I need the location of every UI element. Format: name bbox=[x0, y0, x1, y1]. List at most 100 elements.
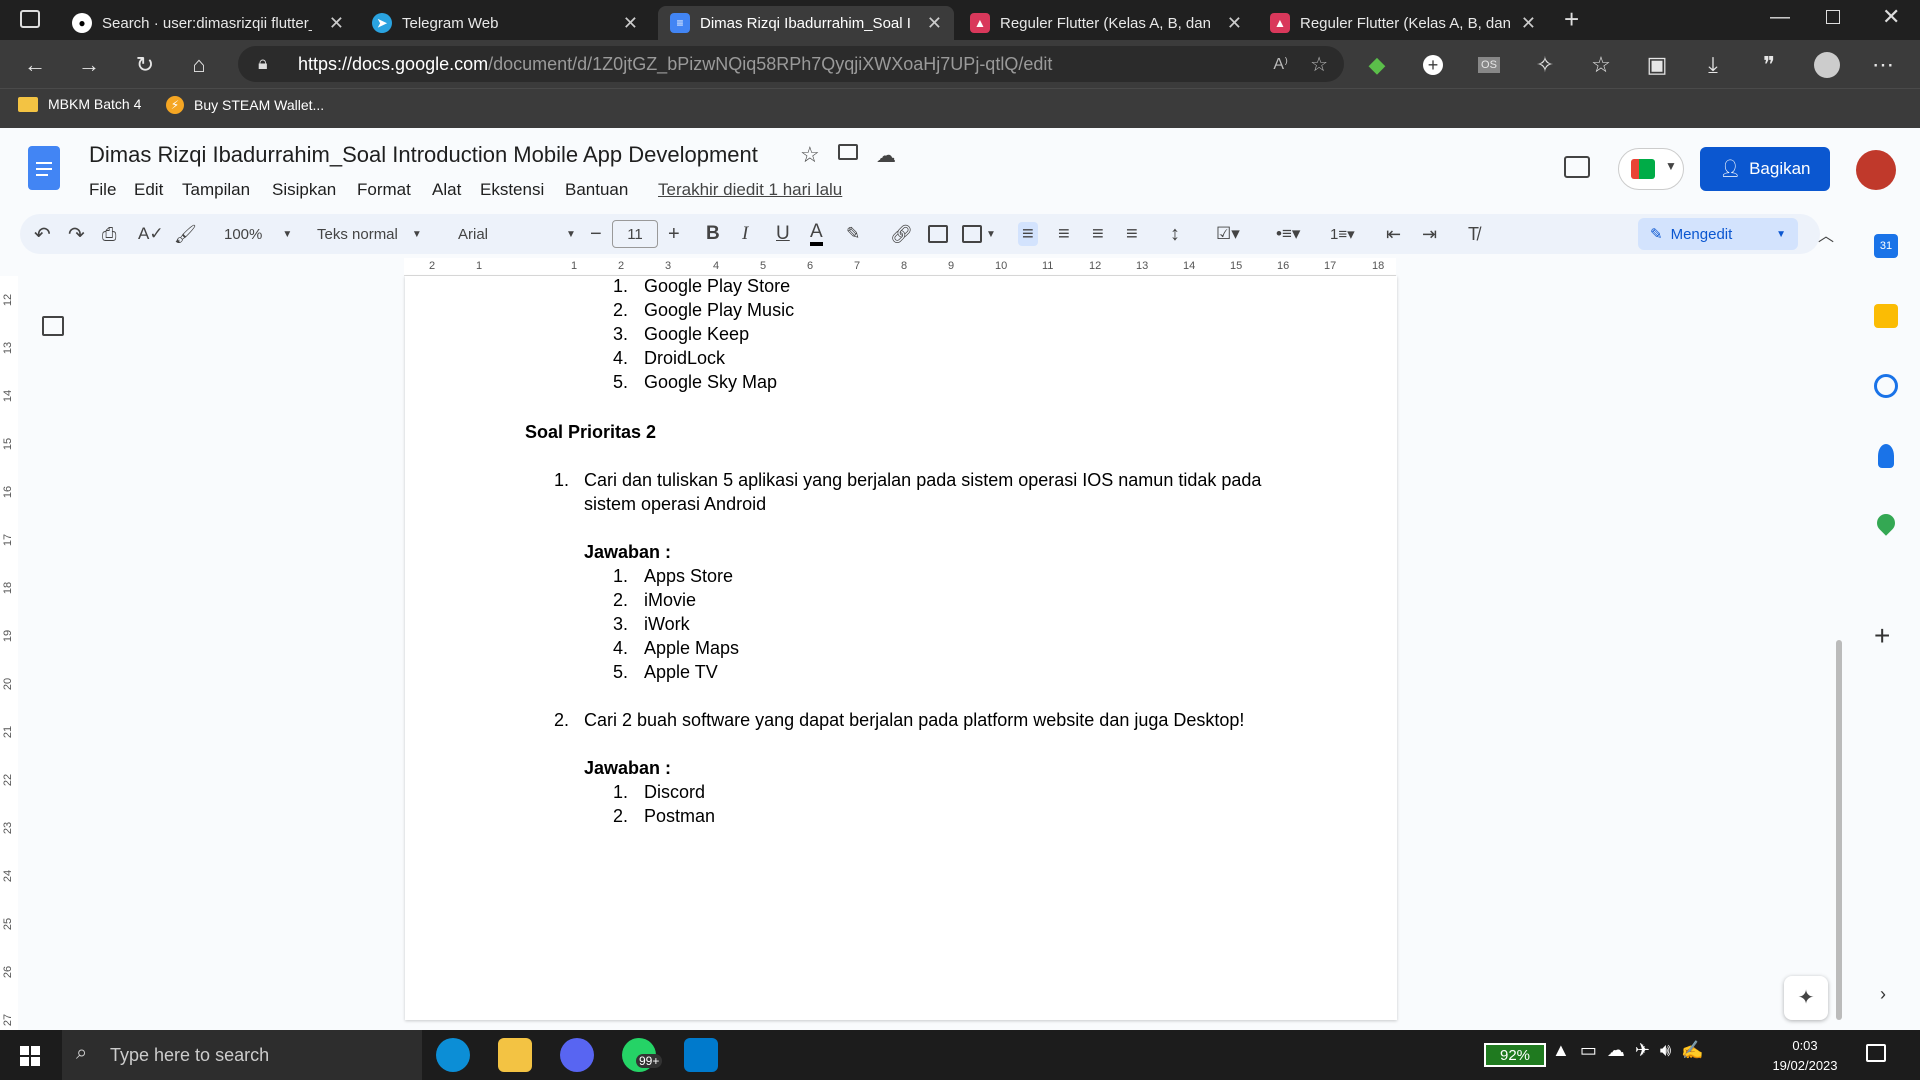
align-justify-icon[interactable]: ≡ bbox=[1126, 222, 1138, 246]
system-tray-icons[interactable]: ▲▭☁︎✈🔊︎✍ bbox=[1552, 1040, 1714, 1061]
close-icon[interactable]: ✕ bbox=[1227, 13, 1242, 34]
vertical-scrollbar[interactable] bbox=[1836, 640, 1842, 1020]
text-color-icon[interactable]: A bbox=[810, 221, 823, 246]
undo-icon[interactable]: ↶ bbox=[34, 222, 51, 246]
read-aloud-icon[interactable]: A⁾ bbox=[1273, 54, 1288, 74]
tab-docs[interactable]: ≡ Dimas Rizqi Ibadurrahim_Soal Int ✕ bbox=[658, 6, 954, 40]
keep-icon[interactable] bbox=[1874, 304, 1898, 328]
horizontal-ruler[interactable]: 2 1 1 2 3 4 5 6 7 8 9 10 11 12 13 14 15 16 17 18 bbox=[404, 258, 1396, 276]
increase-indent-icon[interactable]: ⇥ bbox=[1422, 222, 1437, 246]
downloads-icon[interactable]: ⤓ bbox=[1698, 50, 1728, 80]
bookmark-mbkm[interactable]: MBKM Batch 4 bbox=[18, 96, 141, 112]
style-select[interactable]: Teks normal ▼ bbox=[317, 222, 422, 246]
tab-github[interactable]: ● Search · user:dimasrizqii flutter_n ✕ bbox=[60, 6, 356, 40]
align-left-icon[interactable]: ≡ bbox=[1018, 222, 1038, 246]
tab-telegram[interactable]: ➤ Telegram Web ✕ bbox=[360, 6, 650, 40]
menu-format[interactable]: Format bbox=[357, 180, 411, 200]
tab-forms-1[interactable]: ▲ Reguler Flutter (Kelas A, B, dan C ✕ bbox=[958, 6, 1254, 40]
align-right-icon[interactable]: ≡ bbox=[1092, 222, 1104, 246]
clock[interactable]: 0:03 19/02/2023 bbox=[1760, 1036, 1850, 1076]
move-folder-icon[interactable] bbox=[838, 144, 858, 160]
menu-extensions[interactable]: Ekstensi bbox=[480, 180, 544, 200]
last-edit-link[interactable]: Terakhir diedit 1 hari lalu bbox=[658, 180, 842, 200]
bookmark-steam[interactable]: ⚡︎ Buy STEAM Wallet... bbox=[166, 96, 324, 114]
star-icon[interactable]: ☆ bbox=[800, 142, 820, 168]
close-icon[interactable]: ✕ bbox=[927, 13, 942, 34]
extension-icon[interactable]: ◆ bbox=[1362, 50, 1392, 80]
vertical-ruler[interactable]: 12 13 14 15 16 17 18 19 20 21 22 23 24 25 26 27 bbox=[0, 276, 18, 1030]
decrease-indent-icon[interactable]: ⇤ bbox=[1386, 222, 1401, 246]
edge-icon[interactable] bbox=[436, 1038, 470, 1072]
share-button[interactable]: 👤︎ Bagikan bbox=[1700, 147, 1830, 191]
meet-button[interactable]: ▼ bbox=[1618, 148, 1684, 190]
puzzle-icon[interactable]: ✧ bbox=[1530, 50, 1560, 80]
more-icon[interactable]: ⋯ bbox=[1868, 50, 1898, 80]
explore-button[interactable]: ✦ bbox=[1784, 976, 1828, 1020]
zoom-select[interactable]: 100% ▼ bbox=[224, 222, 292, 246]
menu-file[interactable]: File bbox=[89, 180, 116, 200]
line-spacing-icon[interactable]: ↕ bbox=[1170, 222, 1180, 246]
menu-view[interactable]: Tampilan bbox=[182, 180, 250, 200]
close-icon[interactable]: ✕ bbox=[1521, 13, 1536, 34]
comments-icon[interactable] bbox=[1564, 156, 1590, 178]
menu-edit[interactable]: Edit bbox=[134, 180, 163, 200]
font-select[interactable]: Arial ▼ bbox=[458, 222, 576, 246]
font-size-input[interactable]: 11 bbox=[612, 220, 658, 248]
forward-icon[interactable]: → bbox=[74, 50, 104, 80]
align-center-icon[interactable]: ≡ bbox=[1058, 222, 1070, 246]
print-icon[interactable]: ⎙ bbox=[102, 222, 116, 246]
comment-add-icon[interactable] bbox=[928, 225, 948, 243]
back-icon[interactable]: ← bbox=[20, 50, 50, 80]
editing-mode-select[interactable]: ✎ Mengedit ▼ bbox=[1638, 218, 1798, 250]
os-extension-icon[interactable]: OS bbox=[1474, 50, 1504, 80]
outline-icon[interactable] bbox=[42, 316, 64, 336]
italic-icon[interactable]: I bbox=[742, 222, 748, 246]
contacts-icon[interactable] bbox=[1878, 444, 1894, 468]
underline-icon[interactable]: U bbox=[776, 222, 790, 246]
document-title[interactable]: Dimas Rizqi Ibadurrahim_Soal Introductio… bbox=[89, 142, 758, 168]
restore-icon[interactable] bbox=[1826, 10, 1840, 24]
menu-tools[interactable]: Alat bbox=[432, 180, 461, 200]
battery-indicator[interactable]: 92% bbox=[1484, 1043, 1546, 1067]
minimize-icon[interactable]: — bbox=[1770, 6, 1790, 29]
bullet-list-icon[interactable]: •≡▾ bbox=[1276, 222, 1300, 246]
docs-logo-icon[interactable] bbox=[28, 146, 60, 190]
redo-icon[interactable]: ↷ bbox=[68, 222, 85, 246]
paint-format-icon[interactable]: 🖌︎ bbox=[174, 222, 197, 246]
reload-icon[interactable]: ↻ bbox=[130, 50, 160, 80]
font-size-increase-icon[interactable]: + bbox=[668, 222, 680, 246]
link-icon[interactable]: 🔗︎ bbox=[890, 222, 913, 246]
document-page[interactable]: 1. Google Play Store 2. Google Play Music … bbox=[405, 276, 1397, 1020]
tab-forms-2[interactable]: ▲ Reguler Flutter (Kelas A, B, dan C ✕ bbox=[1258, 6, 1548, 40]
menu-help[interactable]: Bantuan bbox=[565, 180, 628, 200]
expand-panel-icon[interactable]: › bbox=[1880, 984, 1886, 1005]
taskbar-search[interactable]: ⌕ Type here to search bbox=[62, 1030, 422, 1080]
add-addon-icon[interactable]: + bbox=[1874, 620, 1890, 652]
quote-icon[interactable]: ❞ bbox=[1754, 50, 1784, 80]
whatsapp-icon[interactable]: 99+ bbox=[622, 1038, 663, 1072]
windows-start-icon[interactable] bbox=[20, 1046, 40, 1066]
discord-icon[interactable] bbox=[560, 1038, 594, 1072]
favorite-icon[interactable]: ☆ bbox=[1310, 52, 1328, 77]
profile-avatar[interactable] bbox=[1812, 50, 1842, 80]
numbered-list-icon[interactable]: 1≡▾ bbox=[1330, 222, 1355, 246]
address-input[interactable]: 🔒︎ https://docs.google.com/document/d/1Z… bbox=[238, 46, 1344, 82]
favorites-icon[interactable]: ☆ bbox=[1586, 50, 1616, 80]
collapse-toolbar-icon[interactable]: ︿ bbox=[1818, 222, 1834, 246]
bold-icon[interactable]: B bbox=[706, 222, 720, 246]
home-icon[interactable]: ⌂ bbox=[184, 50, 214, 80]
clear-format-icon[interactable]: T̸ bbox=[1468, 222, 1479, 246]
close-icon[interactable]: ✕ bbox=[329, 13, 344, 34]
checklist-icon[interactable]: ☑▾ bbox=[1216, 222, 1240, 246]
highlight-icon[interactable]: ✎ bbox=[846, 222, 860, 246]
spellcheck-icon[interactable]: A✓ bbox=[138, 222, 164, 246]
tab-actions-icon[interactable] bbox=[20, 10, 40, 28]
close-window-icon[interactable]: ✕ bbox=[1882, 4, 1900, 30]
add-icon[interactable]: + bbox=[1418, 50, 1448, 80]
notifications-icon[interactable] bbox=[1866, 1044, 1886, 1062]
font-size-decrease-icon[interactable]: − bbox=[590, 222, 602, 246]
close-icon[interactable]: ✕ bbox=[623, 13, 638, 34]
vscode-icon[interactable] bbox=[684, 1038, 718, 1072]
menu-insert[interactable]: Sisipkan bbox=[272, 180, 336, 200]
new-tab-icon[interactable]: + bbox=[1564, 4, 1579, 35]
